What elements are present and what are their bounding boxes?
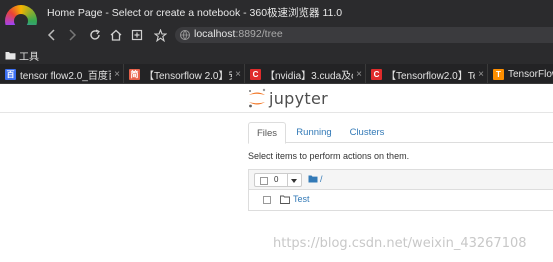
chevron-right-icon — [69, 29, 77, 41]
browser-tab[interactable]: T TensorFlow2 — [488, 64, 553, 84]
new-tab-icon — [131, 29, 143, 41]
bookmark-label: 工具 — [19, 52, 39, 63]
close-icon[interactable]: × — [475, 69, 487, 80]
browser-tab[interactable]: 百 tensor flow2.0_百度百科 × — [0, 64, 124, 84]
file-list-header: 0 / — [248, 169, 553, 190]
breadcrumb[interactable]: / — [308, 174, 323, 184]
jupyter-logo-text: jupyter — [269, 88, 329, 108]
browser-tab-label: 【Tensorflow2.0】TensorFlow — [386, 70, 475, 82]
star-icon — [153, 28, 167, 42]
tab-clusters[interactable]: Clusters — [344, 122, 390, 143]
forward-button[interactable] — [63, 25, 81, 45]
folder-icon — [308, 175, 318, 183]
browser-tab[interactable]: C 【Tensorflow2.0】TensorFlow × — [366, 64, 488, 84]
item-checkbox[interactable] — [263, 196, 271, 204]
select-all-dropdown[interactable]: 0 — [254, 173, 302, 187]
jupyter-page: jupyter Files Running Clusters Select it… — [0, 85, 553, 262]
close-icon[interactable]: × — [232, 69, 244, 80]
browser-tab-label: TensorFlow2 — [508, 68, 553, 80]
item-name-link[interactable]: Test — [293, 194, 310, 204]
divider — [287, 174, 288, 186]
back-button[interactable] — [43, 25, 61, 45]
jupyter-logo[interactable]: jupyter — [246, 87, 328, 109]
home-icon — [110, 29, 122, 41]
address-path: :8892/tree — [235, 28, 283, 40]
select-all-checkbox[interactable] — [260, 177, 268, 185]
caret-down-icon[interactable] — [291, 179, 297, 183]
reload-button[interactable] — [86, 25, 104, 45]
bookmark-star-button[interactable] — [151, 25, 169, 45]
watermark-text: https://blog.csdn.net/weixin_43267108 — [273, 236, 527, 251]
new-tab-button[interactable] — [128, 25, 146, 45]
browser-tab[interactable]: 简 【Tensorflow 2.0】安装 × — [124, 64, 245, 84]
window-titlebar: Home Page - Select or create a notebook … — [0, 0, 553, 37]
chevron-left-icon — [47, 29, 55, 41]
instructions-text: Select items to perform actions on them. — [248, 151, 410, 161]
jupyter-tabs: Files Running Clusters — [248, 122, 553, 144]
window-title: Home Page - Select or create a notebook … — [47, 7, 343, 19]
tab-files[interactable]: Files — [248, 122, 286, 144]
jupyter-logo-icon — [249, 88, 266, 108]
tensorflow-icon: T — [493, 68, 504, 80]
list-item[interactable]: Test — [248, 190, 553, 211]
address-bar[interactable]: localhost:8892/tree — [175, 27, 553, 43]
browser-tab-label: tensor flow2.0_百度百科 — [20, 70, 111, 82]
close-icon[interactable]: × — [353, 69, 365, 80]
browser-tab-strip: 百 tensor flow2.0_百度百科 × 简 【Tensorflow 2.… — [0, 64, 553, 84]
jianshu-icon: 简 — [129, 68, 140, 80]
csdn-icon: C — [250, 68, 261, 80]
reload-icon — [90, 29, 100, 40]
breadcrumb-root[interactable]: / — [320, 174, 323, 184]
browser-tab-label: 【nvidia】3.cuda及cudnn — [265, 70, 353, 82]
csdn-icon: C — [371, 68, 382, 80]
baidu-icon: 百 — [5, 68, 16, 80]
globe-icon — [180, 30, 190, 40]
address-url[interactable]: localhost:8892/tree — [194, 28, 283, 40]
address-host: localhost — [194, 28, 236, 40]
browser-tab[interactable]: C 【nvidia】3.cuda及cudnn × — [245, 64, 366, 84]
bookmarks-bar: 工具 — [0, 45, 553, 64]
browser-tab-label: 【Tensorflow 2.0】安装 — [144, 70, 232, 82]
close-icon[interactable]: × — [111, 69, 123, 80]
folder-icon — [5, 52, 16, 60]
bookmark-folder-tools[interactable]: 工具 — [5, 48, 39, 63]
home-button[interactable] — [107, 25, 125, 45]
selection-count: 0 — [274, 175, 279, 184]
navigation-bar: localhost:8892/tree — [0, 25, 553, 45]
tab-running[interactable]: Running — [291, 122, 337, 143]
jupyter-header: jupyter — [0, 85, 553, 113]
folder-icon — [280, 195, 290, 204]
